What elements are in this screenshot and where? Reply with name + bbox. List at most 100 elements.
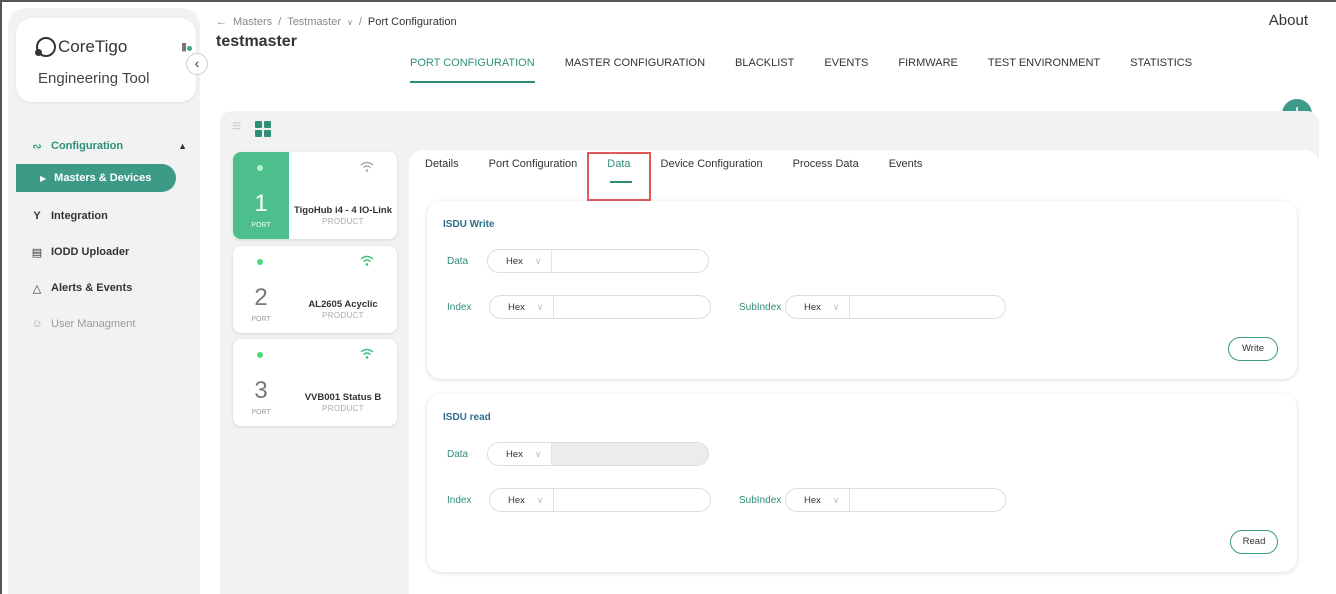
sidebar-item-label: User Managment <box>51 318 136 330</box>
subtab-details[interactable]: Details <box>425 158 459 170</box>
status-dot <box>257 352 263 358</box>
port-card-1[interactable]: 1 PORT TigoHub i4 - 4 IO-Link PRODUCT <box>233 152 397 239</box>
tab-events[interactable]: EVENTS <box>824 57 868 83</box>
wifi-signal-icon <box>360 348 374 359</box>
sidebar-item-user-management[interactable]: ☺ User Managment <box>8 306 200 342</box>
port-number-column: 2 PORT <box>233 246 289 333</box>
subtab-device-configuration[interactable]: Device Configuration <box>661 158 763 170</box>
grid-view-icon[interactable] <box>255 121 271 137</box>
sidebar-section-configuration[interactable]: ∾ Configuration ▲ <box>8 128 200 164</box>
data-label: Data <box>447 256 469 267</box>
sidebar-item-label: Integration <box>51 210 108 222</box>
port-card-3[interactable]: 3 PORT VVB001 Status B PRODUCT <box>233 339 397 426</box>
write-subindex-input[interactable] <box>850 296 1005 318</box>
chevron-down-icon[interactable]: ∨ <box>347 18 353 27</box>
breadcrumb-testmaster[interactable]: Testmaster <box>287 16 341 28</box>
device-type: PRODUCT <box>322 217 364 226</box>
sidebar-section-label: Configuration <box>51 140 124 152</box>
sidebar-item-iodd-uploader[interactable]: ▤ IODD Uploader <box>8 234 200 270</box>
port-number: 1 <box>254 190 268 217</box>
port-label: PORT <box>251 222 271 229</box>
write-data-field[interactable]: Hex ∨ <box>487 249 709 273</box>
read-subindex-input[interactable] <box>850 489 1005 511</box>
logo-card: CoreTigo Engineering Tool ▮ <box>16 18 196 102</box>
breadcrumb-masters[interactable]: Masters <box>233 16 272 28</box>
status-dot <box>257 259 263 265</box>
data-label: Data <box>447 449 469 460</box>
isdu-read-title: ISDU read <box>443 412 491 423</box>
port-number: 3 <box>254 377 268 404</box>
subtab-events[interactable]: Events <box>889 158 923 170</box>
chevron-down-icon: ∨ <box>536 301 544 312</box>
sidebar-item-alerts-events[interactable]: △ Alerts & Events <box>8 270 200 306</box>
read-index-input[interactable] <box>554 489 710 511</box>
port-number: 2 <box>254 284 268 311</box>
subindex-label: SubIndex <box>739 302 782 313</box>
isdu-write-card: ISDU Write Data Hex ∨ Index Hex ∨ SubIndex… <box>427 201 1297 379</box>
users-icon: ☺ <box>31 318 43 330</box>
write-index-input[interactable] <box>554 296 710 318</box>
chevron-down-icon: ∨ <box>534 448 542 459</box>
sidebar-item-integration[interactable]: Y Integration <box>8 198 200 234</box>
app-subtitle: Engineering Tool <box>38 70 150 87</box>
format-select[interactable]: Hex ∨ <box>490 489 554 511</box>
tab-blacklist[interactable]: BLACKLIST <box>735 57 794 83</box>
chevron-down-icon: ∨ <box>832 301 840 312</box>
sub-tabs: Details Port Configuration Data Device C… <box>425 158 952 170</box>
chevron-down-icon: ∨ <box>536 494 544 505</box>
tab-test-environment[interactable]: TEST ENVIRONMENT <box>988 57 1100 83</box>
sidebar-item-masters-devices[interactable]: ▶ Masters & Devices <box>16 164 176 192</box>
chevron-down-icon: ∨ <box>832 494 840 505</box>
highlight-annotation-box <box>587 152 651 201</box>
sidebar-item-label: Alerts & Events <box>51 282 133 294</box>
write-button[interactable]: Write <box>1228 337 1278 361</box>
tab-firmware[interactable]: FIRMWARE <box>898 57 957 83</box>
caret-right-icon: ▶ <box>40 173 47 183</box>
device-name: VVB001 Status B <box>304 392 382 403</box>
top-tabs: PORT CONFIGURATION MASTER CONFIGURATION … <box>410 57 1222 83</box>
port-label: PORT <box>251 409 271 416</box>
write-subindex-field[interactable]: Hex ∨ <box>785 295 1006 319</box>
format-select[interactable]: Hex ∨ <box>488 443 552 465</box>
back-arrow-icon[interactable]: ← <box>216 16 227 28</box>
device-name: AL2605 Acyclic <box>308 299 378 310</box>
configuration-icon: ∾ <box>32 140 42 153</box>
sidebar-item-label: IODD Uploader <box>51 246 130 258</box>
list-view-icon[interactable]: ≡ <box>232 119 248 135</box>
format-select[interactable]: Hex ∨ <box>490 296 554 318</box>
port-card-2[interactable]: 2 PORT AL2605 Acyclic PRODUCT <box>233 246 397 333</box>
read-index-field[interactable]: Hex ∨ <box>489 488 711 512</box>
logo: CoreTigo <box>35 37 128 57</box>
wifi-signal-icon <box>360 255 374 266</box>
index-label: Index <box>447 302 472 313</box>
write-index-field[interactable]: Hex ∨ <box>489 295 711 319</box>
write-data-input[interactable] <box>552 250 708 272</box>
about-link[interactable]: About <box>1269 12 1308 29</box>
subtab-process-data[interactable]: Process Data <box>793 158 859 170</box>
breadcrumb-current: Port Configuration <box>367 16 457 28</box>
subtab-port-configuration[interactable]: Port Configuration <box>489 158 578 170</box>
index-label: Index <box>447 495 472 506</box>
tab-port-configuration[interactable]: PORT CONFIGURATION <box>410 57 535 83</box>
sidebar-nav: ∾ Configuration ▲ ▶ Masters & Devices Y … <box>8 128 200 342</box>
isdu-read-card: ISDU read Data Hex ∨ Index Hex ∨ SubIndex … <box>427 394 1297 572</box>
notification-bell-icon[interactable]: ▮ <box>181 40 192 53</box>
subindex-label: SubIndex <box>739 495 782 506</box>
port-label: PORT <box>251 316 271 323</box>
format-select[interactable]: Hex ∨ <box>488 250 552 272</box>
port-number-column: 3 PORT <box>233 339 289 426</box>
read-button[interactable]: Read <box>1230 530 1278 554</box>
brand-name: CoreTigo <box>58 37 128 56</box>
format-select[interactable]: Hex ∨ <box>786 296 850 318</box>
port-number-column: 1 PORT <box>233 152 289 239</box>
coretigo-logo-icon <box>35 37 56 57</box>
device-type: PRODUCT <box>322 404 364 413</box>
tab-master-configuration[interactable]: MASTER CONFIGURATION <box>565 57 705 83</box>
sidebar-item-label: Masters & Devices <box>54 172 152 184</box>
document-icon: ▤ <box>31 246 43 259</box>
format-select[interactable]: Hex ∨ <box>786 489 850 511</box>
read-subindex-field[interactable]: Hex ∨ <box>785 488 1006 512</box>
collapse-sidebar-button[interactable]: ‹ <box>186 53 208 75</box>
read-data-field[interactable]: Hex ∨ <box>487 442 709 466</box>
tab-statistics[interactable]: STATISTICS <box>1130 57 1192 83</box>
